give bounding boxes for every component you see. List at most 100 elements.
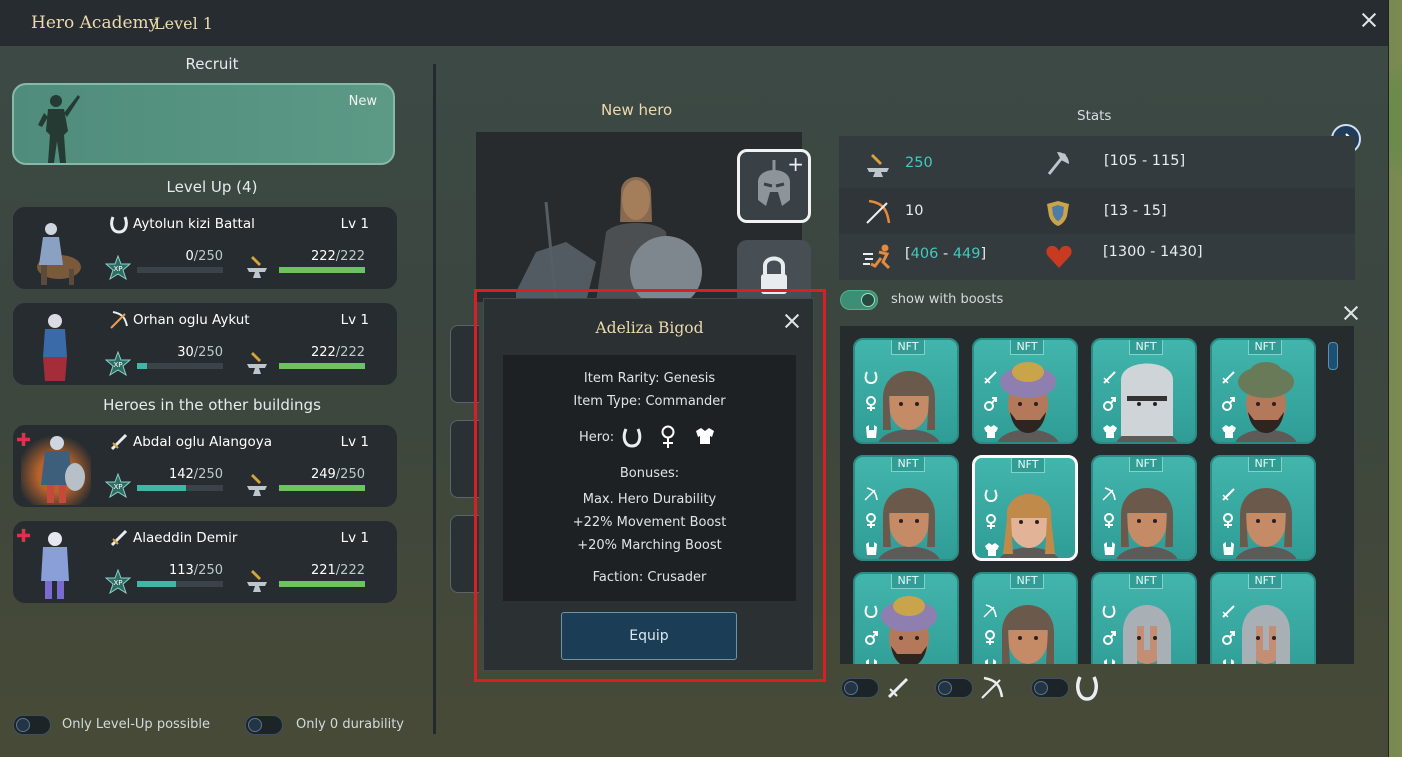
armor-icon — [1223, 542, 1234, 555]
close-items-icon[interactable] — [1340, 302, 1362, 324]
dur-current: 222 — [310, 249, 336, 264]
recruit-new-hero-card[interactable]: New — [12, 83, 395, 165]
nft-item-tile[interactable]: NFT — [1210, 455, 1316, 561]
male-icon — [1222, 397, 1235, 411]
dur-max: /222 — [335, 249, 365, 264]
levelup-heading: Level Up (4) — [166, 178, 258, 196]
hero-card[interactable]: Aytolun kizi Battal Lv 1 XP 0/250 222/22… — [13, 207, 397, 289]
armor-icon — [984, 425, 998, 438]
toggle-knob — [248, 718, 262, 732]
xp-badge-label: XP — [113, 483, 122, 491]
bow-icon — [864, 487, 878, 501]
show-boosts-label: show with boosts — [891, 292, 1004, 307]
hero-academy-window: Hero Academy Level 1 Recruit New Level U… — [0, 0, 1388, 757]
dur-current: 222 — [310, 345, 336, 360]
toggle-knob — [938, 681, 952, 695]
toggle-knob — [844, 681, 858, 695]
male-icon — [1103, 631, 1116, 645]
female-icon — [1104, 513, 1114, 528]
nft-tag: NFT — [1248, 457, 1282, 472]
nft-item-tile[interactable]: NFT — [853, 572, 959, 664]
nft-item-tile[interactable]: NFT — [853, 455, 959, 561]
horseshoe-icon — [110, 216, 128, 234]
stat-defense: [13 - 15] — [1104, 203, 1167, 219]
durability-bar-fill — [279, 267, 365, 273]
stat-row: [406 - 449] [1300 - 1430] — [839, 234, 1355, 280]
xp-bar-fill — [137, 363, 148, 369]
close-window-icon[interactable] — [1358, 9, 1380, 31]
bow-icon — [981, 676, 1004, 699]
anvil-hammer-icon — [247, 352, 267, 374]
hero-card[interactable]: Orhan oglu Aykut Lv 1 XP 30/250 222/222 — [13, 303, 397, 385]
window-title: Hero Academy — [31, 13, 159, 33]
show-boosts-toggle[interactable] — [840, 290, 878, 310]
horseshoe-filter-toggle[interactable] — [1031, 678, 1069, 698]
sword-filter-toggle[interactable] — [841, 678, 879, 698]
durability-bar-fill — [279, 485, 365, 491]
durability-value: 221/222 — [283, 563, 365, 578]
armor-icon — [1222, 425, 1236, 438]
xp-bar — [137, 267, 223, 273]
nft-item-tile[interactable]: NFT — [972, 455, 1078, 561]
bow-icon — [110, 311, 128, 329]
bow-filter-toggle[interactable] — [935, 678, 973, 698]
nft-item-tile[interactable]: NFT — [1091, 338, 1197, 444]
nft-item-tile[interactable]: NFT — [1210, 572, 1316, 664]
bow-icon — [1102, 487, 1116, 501]
durability-bar-fill — [279, 581, 365, 587]
male-icon — [984, 397, 997, 411]
nft-tag: NFT — [891, 457, 925, 472]
anvil-hammer-icon — [247, 474, 267, 496]
nft-item-tile[interactable]: NFT — [1091, 455, 1197, 561]
levelup-filter-toggle[interactable] — [13, 715, 51, 735]
dur-current: 221 — [310, 563, 336, 578]
armor-icon — [1103, 425, 1117, 438]
dur-max: /222 — [335, 345, 365, 360]
horseshoe-icon — [1076, 676, 1098, 701]
nft-item-tile[interactable]: NFT — [972, 338, 1078, 444]
hero-portrait-icon — [43, 314, 67, 381]
xp-current: 142 — [168, 467, 194, 482]
xp-max: /250 — [193, 345, 223, 360]
nft-item-tile[interactable]: NFT — [1210, 338, 1316, 444]
durability-value: 222/222 — [283, 345, 365, 360]
xp-current: 113 — [168, 563, 194, 578]
armor-icon — [1223, 659, 1234, 664]
heart-icon — [1046, 245, 1072, 268]
title-bar: Hero Academy Level 1 — [0, 0, 1388, 46]
nft-item-tile[interactable]: NFT — [853, 338, 959, 444]
anvil-hammer-icon — [867, 154, 889, 177]
toggle-knob — [1034, 681, 1048, 695]
horseshoe-icon — [1102, 605, 1116, 619]
nft-item-tile[interactable]: NFT — [1091, 572, 1197, 664]
new-badge: New — [348, 94, 377, 109]
durability-value: 222/222 — [283, 249, 365, 264]
stat-attack: 250 — [905, 155, 933, 171]
xp-bar — [137, 485, 223, 491]
toggle-knob — [861, 293, 875, 307]
grid-scrollbar[interactable] — [1328, 342, 1338, 370]
hero-name: Orhan oglu Aykut — [133, 312, 250, 328]
hero-card[interactable]: ✚ Alaeddin Demir Lv 1 XP 113/250 221/222 — [13, 521, 397, 603]
armor-icon — [985, 659, 996, 664]
durability-filter-toggle[interactable] — [245, 715, 283, 735]
durability-bar — [279, 485, 365, 491]
hero-level: Lv 1 — [340, 216, 369, 232]
xp-current: 30 — [177, 345, 194, 360]
xp-badge-label: XP — [113, 361, 122, 369]
female-icon — [986, 514, 996, 529]
xp-star-icon: XP — [105, 569, 131, 595]
sword-icon — [110, 529, 128, 547]
axe-icon — [1047, 152, 1069, 175]
hero-card[interactable]: ✚ Abdal oglu Alangoya Lv 1 XP 142/250 24… — [13, 425, 397, 507]
stat-health: [1300 - 1430] — [1103, 244, 1203, 260]
horseshoe-icon — [984, 489, 998, 503]
hero-silhouette-icon — [38, 95, 80, 163]
armor-icon — [985, 543, 999, 556]
nft-tag: NFT — [1010, 340, 1044, 355]
shield-icon — [1047, 201, 1069, 226]
helmet-slot[interactable]: + — [737, 149, 811, 223]
xp-star-icon: XP — [105, 351, 131, 377]
highlight-outline — [474, 289, 826, 682]
nft-item-tile[interactable]: NFT — [972, 572, 1078, 664]
